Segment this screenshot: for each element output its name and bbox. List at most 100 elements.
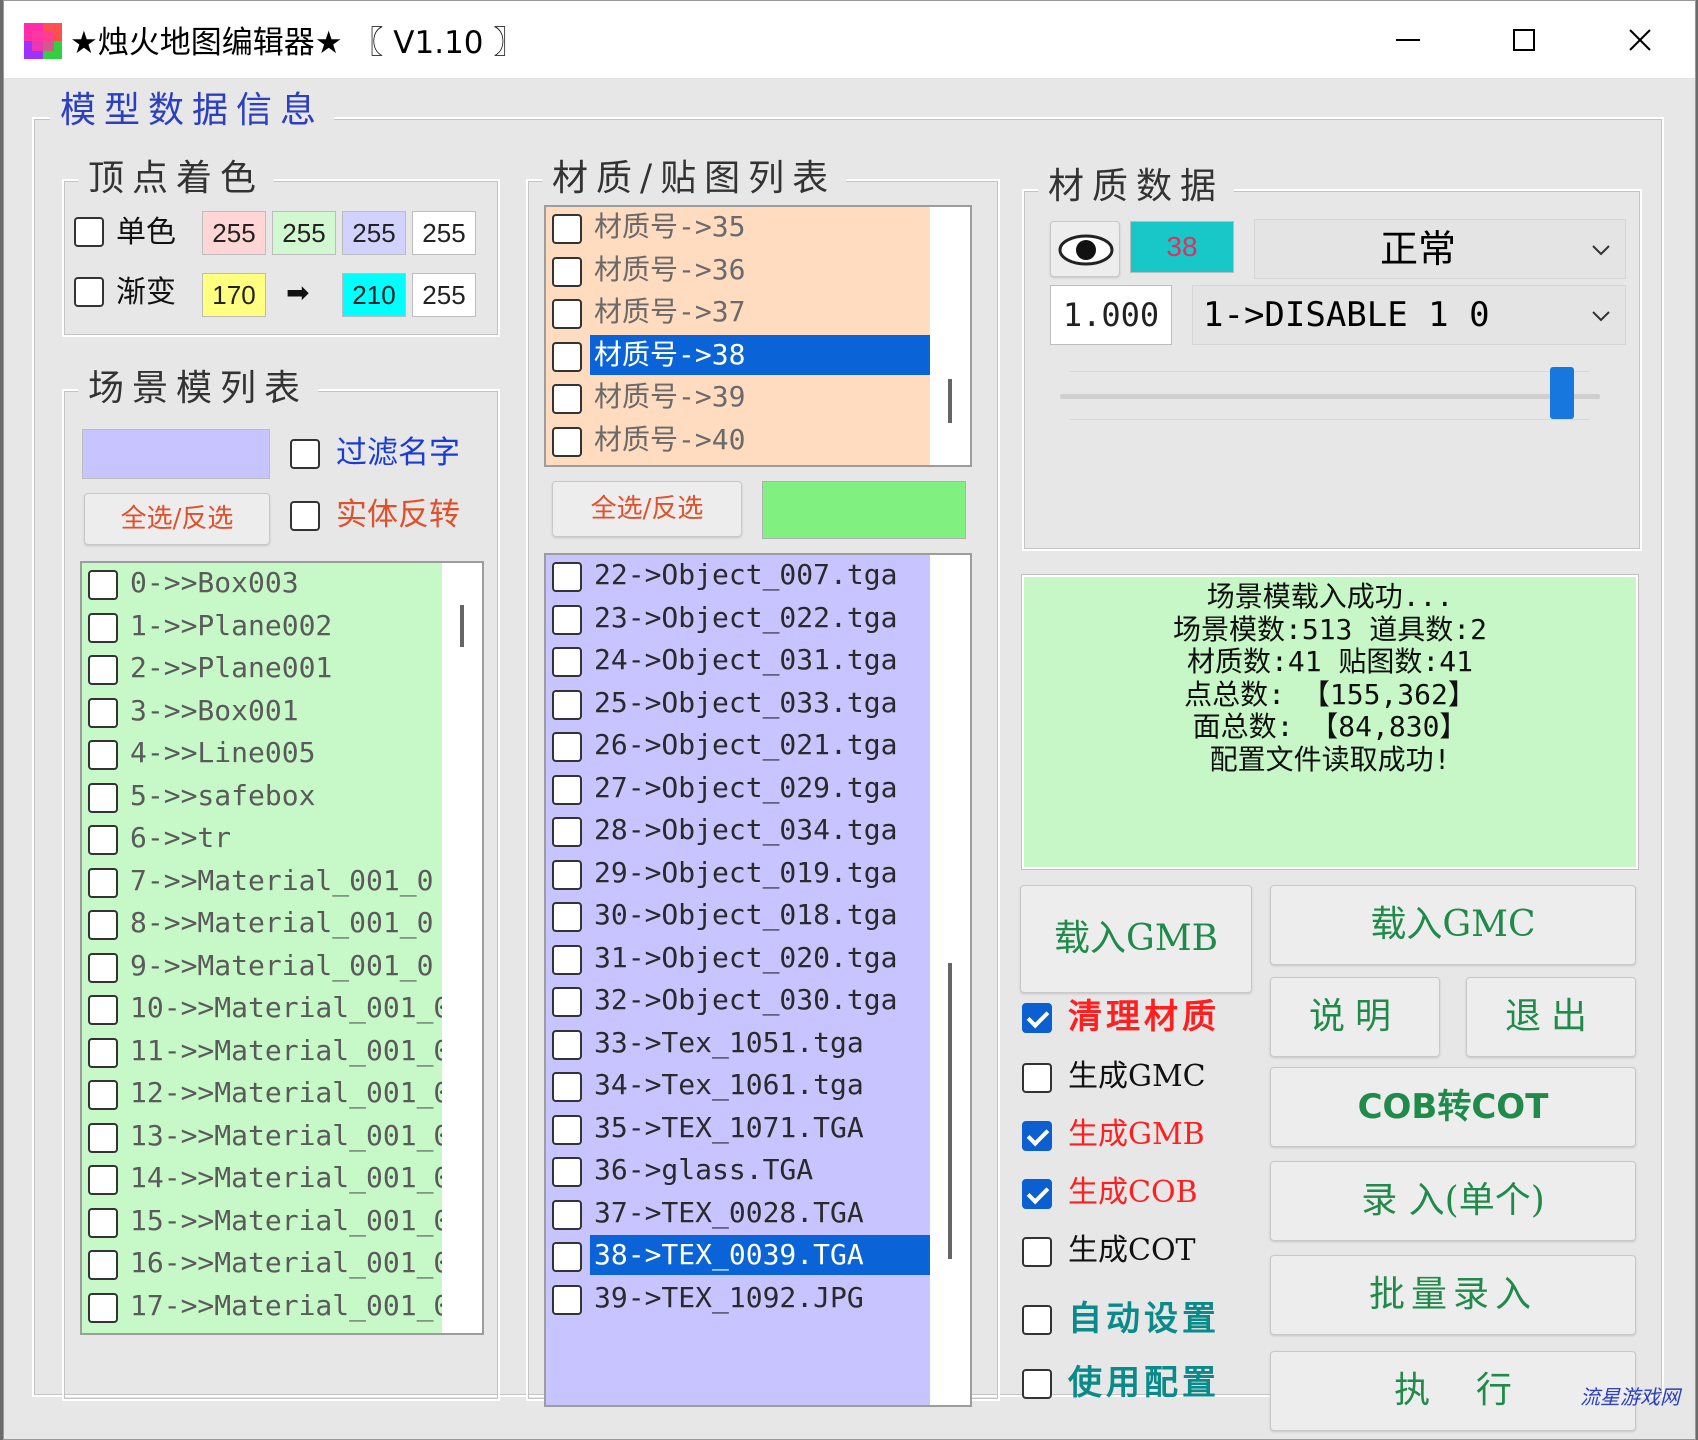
texture-row[interactable]: 36->glass.TGA	[546, 1150, 930, 1193]
scene-model-row[interactable]: 5->>safebox	[82, 776, 442, 819]
scene-model-checkbox[interactable]	[88, 570, 118, 600]
scene-model-row[interactable]: 13->>Material_001_0	[82, 1116, 450, 1159]
option-checkbox[interactable]	[1022, 1237, 1052, 1267]
scene-model-row[interactable]: 4->>Line005	[82, 733, 442, 776]
texture-row[interactable]: 25->Object_033.tga	[546, 683, 930, 726]
texture-row[interactable]: 33->Tex_1051.tga	[546, 1023, 930, 1066]
texture-row[interactable]: 39->TEX_1092.JPG	[546, 1278, 930, 1321]
visibility-toggle-button[interactable]	[1050, 221, 1120, 277]
material-option-dropdown[interactable]: 1->DISABLE 1 0	[1192, 285, 1626, 345]
scene-model-row[interactable]: 2->>Plane001	[82, 648, 442, 691]
texture-checkbox[interactable]	[552, 817, 582, 847]
material-number-checkbox[interactable]	[552, 341, 582, 372]
gradient-start-value[interactable]: 170	[202, 273, 266, 317]
texture-row[interactable]: 24->Object_031.tga	[546, 640, 930, 683]
material-number-checkbox[interactable]	[552, 256, 582, 287]
scene-model-checkbox[interactable]	[88, 1292, 118, 1323]
help-button[interactable]: 说明	[1270, 977, 1440, 1057]
texture-row[interactable]: 28->Object_034.tga	[546, 810, 930, 853]
scene-list-scrollbar[interactable]	[442, 563, 482, 1333]
scene-model-list[interactable]: 0->>Box003 1->>Plane002 2->>Plane001 3->>Bo…	[80, 561, 484, 1335]
scene-model-checkbox[interactable]	[88, 867, 118, 898]
texture-row[interactable]: 34->Tex_1061.tga	[546, 1065, 930, 1108]
scene-model-row[interactable]: 6->>tr	[82, 818, 442, 861]
filter-name-checkbox[interactable]	[290, 439, 320, 469]
texture-row[interactable]: 30->Object_018.tga	[546, 895, 930, 938]
gradient-alpha-value[interactable]: 255	[412, 273, 476, 317]
scene-model-checkbox[interactable]	[88, 910, 118, 940]
texture-checkbox[interactable]	[552, 1284, 582, 1315]
material-number-row[interactable]: 材质号->40	[546, 420, 930, 463]
scene-model-checkbox[interactable]	[88, 1080, 118, 1110]
scene-model-checkbox[interactable]	[88, 952, 118, 983]
scene-model-checkbox[interactable]	[88, 740, 118, 770]
texture-checkbox[interactable]	[552, 1242, 582, 1272]
load-gmc-button[interactable]: 载入GMC	[1270, 885, 1636, 965]
solid-color-r[interactable]: 255	[202, 211, 266, 255]
texture-row[interactable]: 23->Object_022.tga	[546, 598, 930, 641]
scene-model-checkbox[interactable]	[88, 1122, 118, 1153]
scene-model-checkbox[interactable]	[88, 1165, 118, 1195]
scene-model-checkbox[interactable]	[88, 1250, 118, 1280]
texture-row[interactable]: 27->Object_029.tga	[546, 768, 930, 811]
texture-checkbox[interactable]	[552, 859, 582, 890]
material-list-scrollbar[interactable]	[930, 207, 970, 465]
material-number-checkbox[interactable]	[552, 426, 582, 457]
material-number-row[interactable]: 材质号->39	[546, 377, 930, 420]
texture-checkbox[interactable]	[552, 562, 582, 592]
texture-row[interactable]: 38->TEX_0039.TGA	[546, 1235, 930, 1278]
texture-list[interactable]: 22->Object_007.tga 23->Object_022.tga 24->…	[544, 553, 972, 1407]
material-number-checkbox[interactable]	[552, 214, 582, 244]
texture-row[interactable]: 35->TEX_1071.TGA	[546, 1108, 930, 1151]
material-color-swatch[interactable]	[762, 481, 966, 539]
material-list-scroll-thumb[interactable]	[948, 379, 952, 423]
scene-model-checkbox[interactable]	[88, 697, 118, 728]
option-checkbox[interactable]	[1022, 1063, 1052, 1093]
minimize-button[interactable]	[1350, 1, 1466, 79]
scene-model-checkbox[interactable]	[88, 782, 118, 813]
alpha-value-field[interactable]: 1.000	[1050, 285, 1172, 345]
exit-button[interactable]: 退出	[1466, 977, 1636, 1057]
close-button[interactable]	[1582, 1, 1698, 79]
scene-model-row[interactable]: 7->>Material_001_0	[82, 861, 442, 904]
texture-row[interactable]: 32->Object_030.tga	[546, 980, 930, 1023]
scene-model-checkbox[interactable]	[88, 612, 118, 643]
scene-model-checkbox[interactable]	[88, 995, 118, 1025]
scene-model-row[interactable]: 12->>Material_001_0	[82, 1073, 450, 1116]
texture-checkbox[interactable]	[552, 774, 582, 805]
texture-checkbox[interactable]	[552, 902, 582, 932]
scene-model-row[interactable]: 8->>Material_001_0	[82, 903, 442, 946]
texture-checkbox[interactable]	[552, 689, 582, 720]
scene-model-row[interactable]: 9->>Material_001_0	[82, 946, 442, 989]
scene-model-row[interactable]: 3->>Box001	[82, 691, 442, 734]
texture-checkbox[interactable]	[552, 1157, 582, 1187]
texture-row[interactable]: 31->Object_020.tga	[546, 938, 930, 981]
scene-model-row[interactable]: 15->>Material_001_0	[82, 1201, 450, 1244]
maximize-button[interactable]	[1466, 1, 1582, 79]
texture-checkbox[interactable]	[552, 1199, 582, 1230]
option-checkbox[interactable]	[1022, 1179, 1052, 1209]
batch-import-button[interactable]: 批量录入	[1270, 1255, 1636, 1335]
scene-model-checkbox[interactable]	[88, 825, 118, 855]
filter-name-input[interactable]	[82, 429, 270, 479]
texture-row[interactable]: 29->Object_019.tga	[546, 853, 930, 896]
scene-model-row[interactable]: 14->>Material_001_0	[82, 1158, 450, 1201]
solid-color-a[interactable]: 255	[412, 211, 476, 255]
material-slider[interactable]	[1060, 367, 1600, 425]
material-number-checkbox[interactable]	[552, 299, 582, 329]
scene-model-row[interactable]: 0->>Box003	[82, 563, 442, 606]
import-single-button[interactable]: 录 入(单个)	[1270, 1161, 1636, 1241]
scene-model-row[interactable]: 10->>Material_001_0	[82, 988, 450, 1031]
texture-list-scrollbar[interactable]	[930, 555, 970, 1405]
option-checkbox[interactable]	[1022, 1121, 1052, 1151]
scene-select-all-button[interactable]: 全选/反选	[84, 493, 270, 545]
material-number-row[interactable]: 材质号->38	[546, 334, 930, 378]
material-number-row[interactable]: 材质号->35	[546, 207, 930, 250]
texture-checkbox[interactable]	[552, 732, 582, 762]
scene-model-row[interactable]: 17->>Material_001_0	[82, 1286, 450, 1329]
texture-checkbox[interactable]	[552, 1114, 582, 1145]
option-checkbox[interactable]	[1022, 1369, 1052, 1399]
cob-to-cot-button[interactable]: COB转COT	[1270, 1067, 1636, 1147]
texture-checkbox[interactable]	[552, 604, 582, 635]
scene-model-row[interactable]: 1->>Plane002	[82, 606, 442, 649]
